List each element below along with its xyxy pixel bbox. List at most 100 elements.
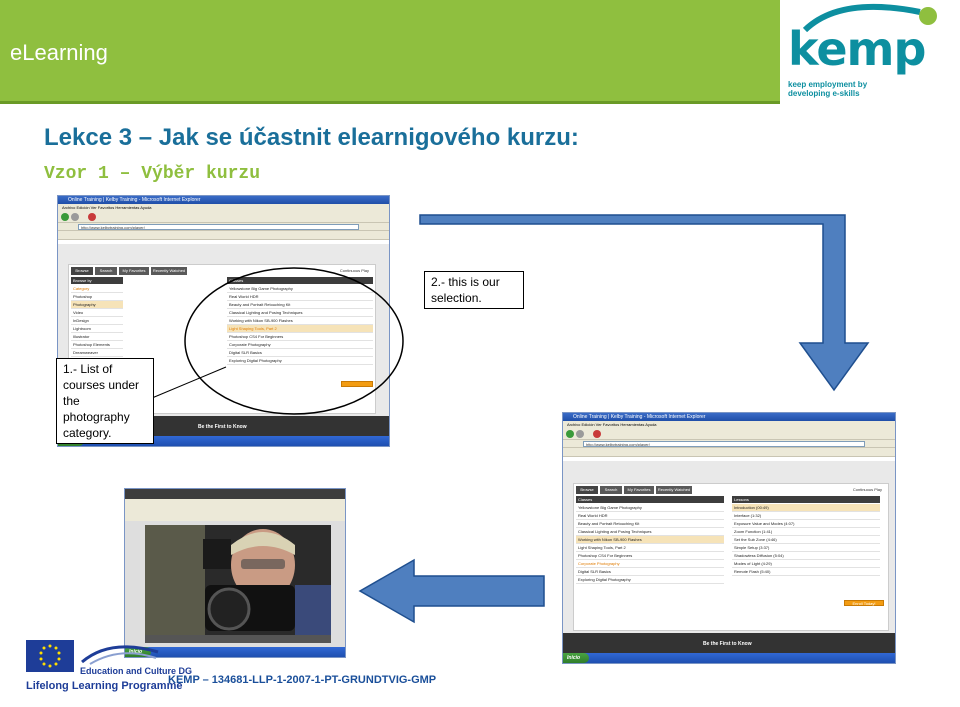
- tab-search[interactable]: Search: [95, 267, 117, 275]
- tab-recent[interactable]: Recently Watched: [656, 486, 692, 494]
- category-item-label: Photography: [73, 302, 96, 307]
- class-item[interactable]: Classical Lighting and Posing Techniques: [576, 528, 724, 536]
- category-item[interactable]: Category: [71, 285, 123, 293]
- category-item-label: Dreamweaver: [73, 350, 98, 355]
- class-item[interactable]: Digital SLR Basics: [227, 349, 373, 357]
- class-item-label: Exploring Digital Photography: [229, 358, 282, 363]
- class-item[interactable]: Exploring Digital Photography: [576, 576, 724, 584]
- class-item-label: Yellowstone Big Game Photography: [229, 286, 293, 291]
- category-item[interactable]: Video: [71, 309, 123, 317]
- footer-llp: Lifelong Learning Programme: [26, 680, 183, 692]
- enroll-button[interactable]: Enroll Today!: [844, 600, 884, 606]
- lesson-item[interactable]: Shadowless Diffusion (5:04): [732, 552, 880, 560]
- lesson-item[interactable]: Set the Sub Zone (4:46): [732, 536, 880, 544]
- category-item[interactable]: Photoshop: [71, 293, 123, 301]
- address-bar: http://www.kelbytraining.com/player/: [563, 440, 895, 448]
- class-item-label: Classical Lighting and Posing Techniques: [229, 310, 303, 315]
- logo-word: kemp: [788, 22, 926, 76]
- tab-favorites[interactable]: My Favorites: [119, 267, 149, 275]
- class-item[interactable]: Beauty and Portrait Retouching Kit: [576, 520, 724, 528]
- lesson-item[interactable]: Zoom Function (1:41): [732, 528, 880, 536]
- lesson-item[interactable]: Introduction (00:49): [732, 504, 880, 512]
- class-item-label: Digital SLR Basics: [578, 569, 611, 574]
- class-item[interactable]: Working with Nikon SB-900 Flashes: [227, 317, 373, 325]
- class-item[interactable]: Photoshop CS4 For Beginners: [227, 333, 373, 341]
- class-item[interactable]: Photoshop CS4 For Beginners: [576, 552, 724, 560]
- category-item-label: Category: [73, 286, 90, 291]
- category-item-label: Illustrator: [73, 334, 90, 339]
- screenshot-course-selected: Online Training | Kelby Training - Micro…: [562, 412, 896, 664]
- class-item[interactable]: Yellowstone Big Game Photography: [227, 285, 373, 293]
- class-item[interactable]: Real World HDR: [227, 293, 373, 301]
- class-item[interactable]: Yellowstone Big Game Photography: [576, 504, 724, 512]
- class-item[interactable]: Corporate Photography: [227, 341, 373, 349]
- class-item[interactable]: Working with Nikon SB-900 Flashes: [576, 536, 724, 544]
- continuous-play[interactable]: Continuous Play: [340, 268, 369, 273]
- class-item[interactable]: Exploring Digital Photography: [227, 357, 373, 365]
- stop-icon[interactable]: [593, 430, 601, 438]
- classes-header: Classes: [576, 496, 724, 503]
- enroll-button[interactable]: [341, 381, 373, 387]
- category-item[interactable]: Illustrator: [71, 333, 123, 341]
- class-item[interactable]: Light Shaping Tools, Part 2: [227, 325, 373, 333]
- continuous-play[interactable]: Continuous Play: [853, 487, 882, 492]
- lesson-item-label: Modes of Light (4:29): [734, 561, 772, 566]
- class-item[interactable]: Real World HDR: [576, 512, 724, 520]
- class-item-label: Real World HDR: [229, 294, 259, 299]
- first-to-know: Be the First to Know: [198, 424, 247, 430]
- back-icon[interactable]: [61, 213, 69, 221]
- tab-recent[interactable]: Recently Watched: [151, 267, 187, 275]
- class-item-label: Light Shaping Tools, Part 2: [578, 545, 626, 550]
- enroll-button-label: Enroll Today!: [852, 601, 876, 606]
- category-item-label: Photoshop Elements: [73, 342, 110, 347]
- browser-menu-bar: Archivo Edición Ver Favoritos Herramient…: [58, 204, 389, 211]
- stop-icon[interactable]: [88, 213, 96, 221]
- address-input[interactable]: http://www.kelbytraining.com/player/: [583, 441, 865, 447]
- lesson-item[interactable]: Simple Setup (3:37): [732, 544, 880, 552]
- class-item[interactable]: Classical Lighting and Posing Techniques: [227, 309, 373, 317]
- class-item-label: Beauty and Portrait Retouching Kit: [229, 302, 291, 307]
- class-item-label: Classical Lighting and Posing Techniques: [578, 529, 652, 534]
- category-item[interactable]: Photography: [71, 301, 123, 309]
- tab-favorites[interactable]: My Favorites: [624, 486, 654, 494]
- class-item[interactable]: Corporate Photography: [576, 560, 724, 568]
- lesson-item[interactable]: Modes of Light (4:29): [732, 560, 880, 568]
- address-input[interactable]: http://www.kelbytraining.com/player/: [78, 224, 359, 230]
- lesson-item-label: Introduction (00:49): [734, 505, 769, 510]
- forward-icon[interactable]: [71, 213, 79, 221]
- class-item[interactable]: Digital SLR Basics: [576, 568, 724, 576]
- class-item[interactable]: Light Shaping Tools, Part 2: [576, 544, 724, 552]
- footer-strip: Be the First to Know: [563, 633, 895, 655]
- category-item[interactable]: InDesign: [71, 317, 123, 325]
- browser-menu-bar: Archivo Edición Ver Favoritos Herramient…: [563, 421, 895, 428]
- lesson-item[interactable]: Exposure Value and Modes (4:07): [732, 520, 880, 528]
- class-item[interactable]: Beauty and Portrait Retouching Kit: [227, 301, 373, 309]
- forward-icon[interactable]: [576, 430, 584, 438]
- slide: eLearning kemp keep employment by develo…: [0, 0, 960, 707]
- class-item-label: Corporate Photography: [578, 561, 620, 566]
- tab-browse[interactable]: Browse: [71, 267, 93, 275]
- tab-browse[interactable]: Browse: [576, 486, 598, 494]
- category-item[interactable]: Lightroom: [71, 325, 123, 333]
- start-button[interactable]: Inicio: [563, 653, 589, 663]
- lesson-item-label: Zoom Function (1:41): [734, 529, 773, 534]
- tab-search[interactable]: Search: [600, 486, 622, 494]
- back-icon[interactable]: [566, 430, 574, 438]
- lesson-item[interactable]: Interface (1:32): [732, 512, 880, 520]
- category-item[interactable]: Photoshop Elements: [71, 341, 123, 349]
- player-panel: Browse Search My Favorites Recently Watc…: [573, 483, 889, 631]
- lesson-item-label: Interface (1:32): [734, 513, 762, 518]
- classes-header: Classes: [227, 277, 373, 284]
- video-controls[interactable]: [145, 635, 331, 643]
- header-title: eLearning: [10, 40, 108, 65]
- first-to-know: Be the First to Know: [703, 641, 752, 647]
- category-item[interactable]: Dreamweaver: [71, 349, 123, 357]
- class-list: Yellowstone Big Game Photography Real Wor…: [227, 285, 373, 365]
- callout-selection: 2.- this is our selection.: [424, 271, 524, 309]
- browser-toolbar: [58, 211, 389, 223]
- taskbar: Inicio: [563, 653, 895, 663]
- footer-project-code: KEMP – 134681-LLP-1-2007-1-PT-GRUNDTVIG-…: [168, 674, 437, 686]
- class-item-label: Real World HDR: [578, 513, 608, 518]
- lesson-item[interactable]: Remote Flash (5:40): [732, 568, 880, 576]
- class-item-label: Corporate Photography: [229, 342, 271, 347]
